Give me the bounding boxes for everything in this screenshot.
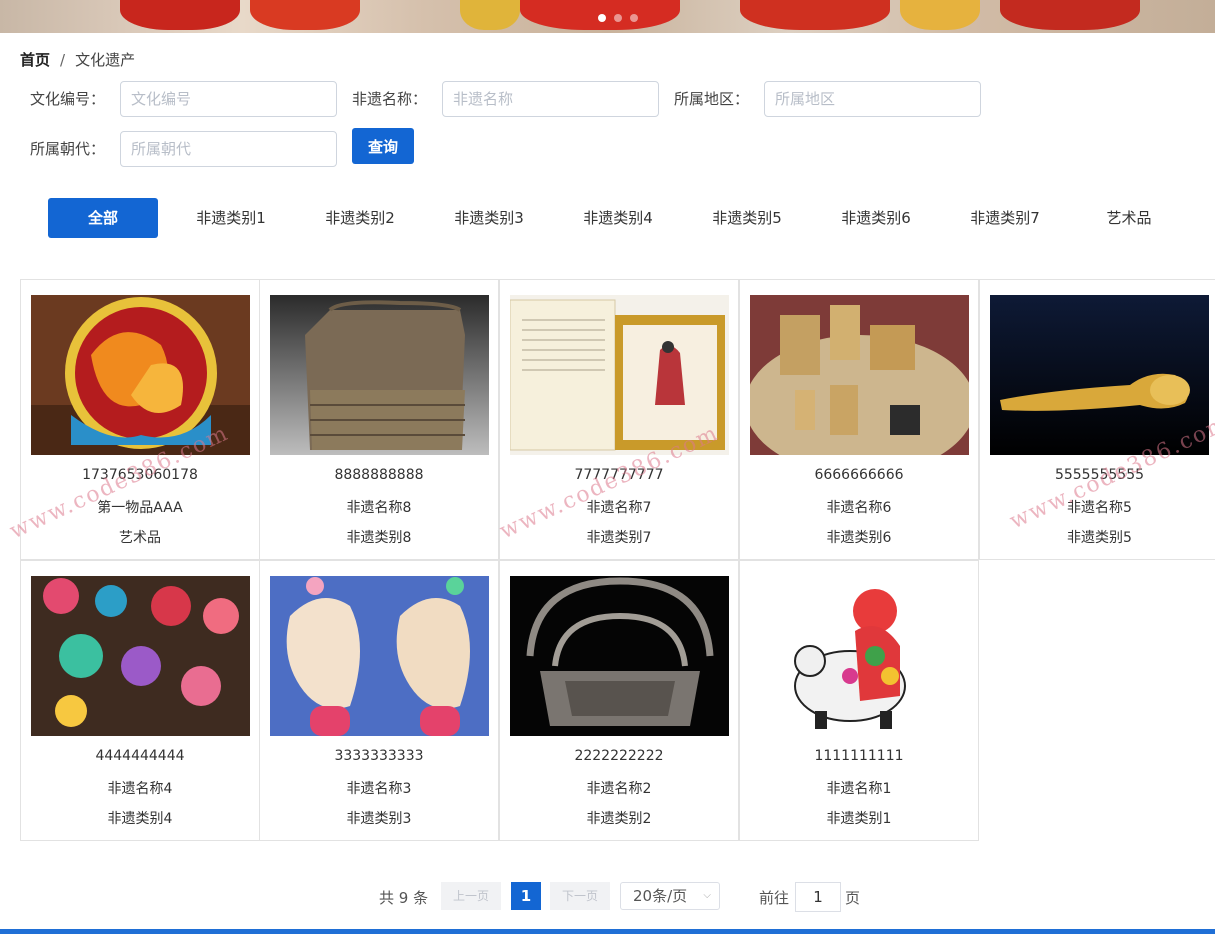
item-code: 2222222222 [574, 748, 664, 764]
query-button[interactable]: 查询 [352, 128, 414, 164]
item-image [990, 295, 1209, 455]
banner-figure [740, 0, 890, 30]
page-size-select[interactable]: 20条/页 ⌵ [620, 882, 720, 910]
item-image [270, 576, 489, 736]
item-code: 1111111111 [814, 748, 904, 764]
banner-carousel[interactable] [0, 0, 1215, 33]
footer-bar [0, 929, 1215, 934]
category-tab[interactable]: 非遗类别2 [305, 198, 415, 238]
category-tab[interactable]: 艺术品 [1074, 198, 1184, 238]
pagination-total: 共 9 条 [379, 889, 429, 907]
item-name: 非遗名称5 [1067, 500, 1132, 516]
item-name: 非遗名称6 [826, 500, 892, 516]
code-label: 文化编号： [30, 90, 106, 108]
item-image [270, 295, 489, 455]
item-name: 第一物品AAA [97, 500, 183, 516]
item-card[interactable]: 1111111111 非遗名称1 非遗类别1 [739, 560, 979, 841]
dynasty-input[interactable] [120, 131, 337, 167]
pagination: 共 9 条 上一页 1 下一页 20条/页 ⌵ 前往 1 页 [0, 882, 1215, 912]
item-card[interactable]: 1737653060178 第一物品AAA 艺术品 [20, 279, 260, 560]
item-category: 非遗类别1 [826, 811, 892, 827]
next-page-button[interactable]: 下一页 [550, 882, 610, 910]
item-category: 非遗类别8 [346, 530, 412, 546]
item-card[interactable]: 8888888888 非遗名称8 非遗类别8 [259, 279, 499, 560]
current-page-button[interactable]: 1 [511, 882, 541, 910]
code-input[interactable] [120, 81, 337, 117]
item-name: 非遗名称7 [586, 500, 652, 516]
page-size-value: 20条/页 [633, 887, 688, 905]
breadcrumb: 首页 / 文化遗产 [20, 49, 135, 70]
item-card[interactable]: 7777777777 非遗名称7 非遗类别7 [499, 279, 739, 560]
item-code: 7777777777 [574, 467, 664, 483]
chevron-down-icon: ⌵ [703, 890, 711, 901]
banner-figure [460, 0, 520, 30]
item-category: 非遗类别4 [107, 811, 173, 827]
breadcrumb-home[interactable]: 首页 [20, 49, 50, 70]
item-category: 非遗类别6 [826, 530, 892, 546]
item-category: 非遗类别3 [346, 811, 412, 827]
item-card[interactable]: 6666666666 非遗名称6 非遗类别6 [739, 279, 979, 560]
item-code: 3333333333 [334, 748, 424, 764]
name-input[interactable] [442, 81, 659, 117]
item-code: 5555555555 [1054, 467, 1145, 483]
item-code: 4444444444 [95, 748, 185, 764]
name-label: 非遗名称： [352, 90, 428, 108]
item-image [510, 576, 729, 736]
item-code: 8888888888 [334, 467, 424, 483]
goto-label: 前往 [759, 889, 790, 907]
item-name: 非遗名称8 [346, 500, 412, 516]
region-label: 所属地区： [674, 90, 750, 108]
category-tab[interactable]: 非遗类别4 [563, 198, 673, 238]
item-image [31, 295, 250, 455]
item-code: 6666666666 [814, 467, 904, 483]
item-image [750, 295, 969, 455]
category-tab[interactable]: 非遗类别6 [821, 198, 931, 238]
breadcrumb-separator: / [60, 50, 66, 69]
page-unit-label: 页 [845, 889, 861, 907]
item-image [510, 295, 729, 455]
item-card[interactable]: 5555555555 非遗名称5 非遗类别5 [979, 279, 1215, 560]
category-tab[interactable]: 非遗类别1 [176, 198, 286, 238]
item-category: 艺术品 [119, 530, 161, 546]
item-card[interactable]: 4444444444 非遗名称4 非遗类别4 [20, 560, 260, 841]
item-name: 非遗名称2 [586, 781, 652, 797]
goto-page-input[interactable]: 1 [795, 882, 841, 912]
carousel-indicators [598, 14, 638, 22]
item-card[interactable]: 2222222222 非遗名称2 非遗类别2 [499, 560, 739, 841]
item-code: 1737653060178 [82, 467, 198, 483]
category-tab[interactable]: 非遗类别5 [692, 198, 802, 238]
item-category: 非遗类别7 [586, 530, 652, 546]
carousel-dot[interactable] [598, 14, 606, 22]
category-tab[interactable]: 非遗类别3 [434, 198, 544, 238]
item-name: 非遗名称3 [346, 781, 412, 797]
item-card[interactable]: 3333333333 非遗名称3 非遗类别3 [259, 560, 499, 841]
category-tab-all[interactable]: 全部 [48, 198, 158, 238]
banner-figure [1000, 0, 1140, 30]
carousel-dot[interactable] [630, 14, 638, 22]
category-tab[interactable]: 非遗类别7 [950, 198, 1060, 238]
item-name: 非遗名称1 [826, 781, 892, 797]
item-image [750, 576, 969, 736]
prev-page-button[interactable]: 上一页 [441, 882, 501, 910]
item-image [31, 576, 250, 736]
item-name: 非遗名称4 [107, 781, 173, 797]
dynasty-label: 所属朝代： [30, 140, 106, 158]
region-input[interactable] [764, 81, 981, 117]
item-category: 非遗类别5 [1067, 530, 1132, 546]
banner-figure [900, 0, 980, 30]
banner-figure [250, 0, 360, 30]
banner-figure [120, 0, 240, 30]
carousel-dot[interactable] [614, 14, 622, 22]
item-category: 非遗类别2 [586, 811, 652, 827]
breadcrumb-current: 文化遗产 [75, 51, 136, 69]
